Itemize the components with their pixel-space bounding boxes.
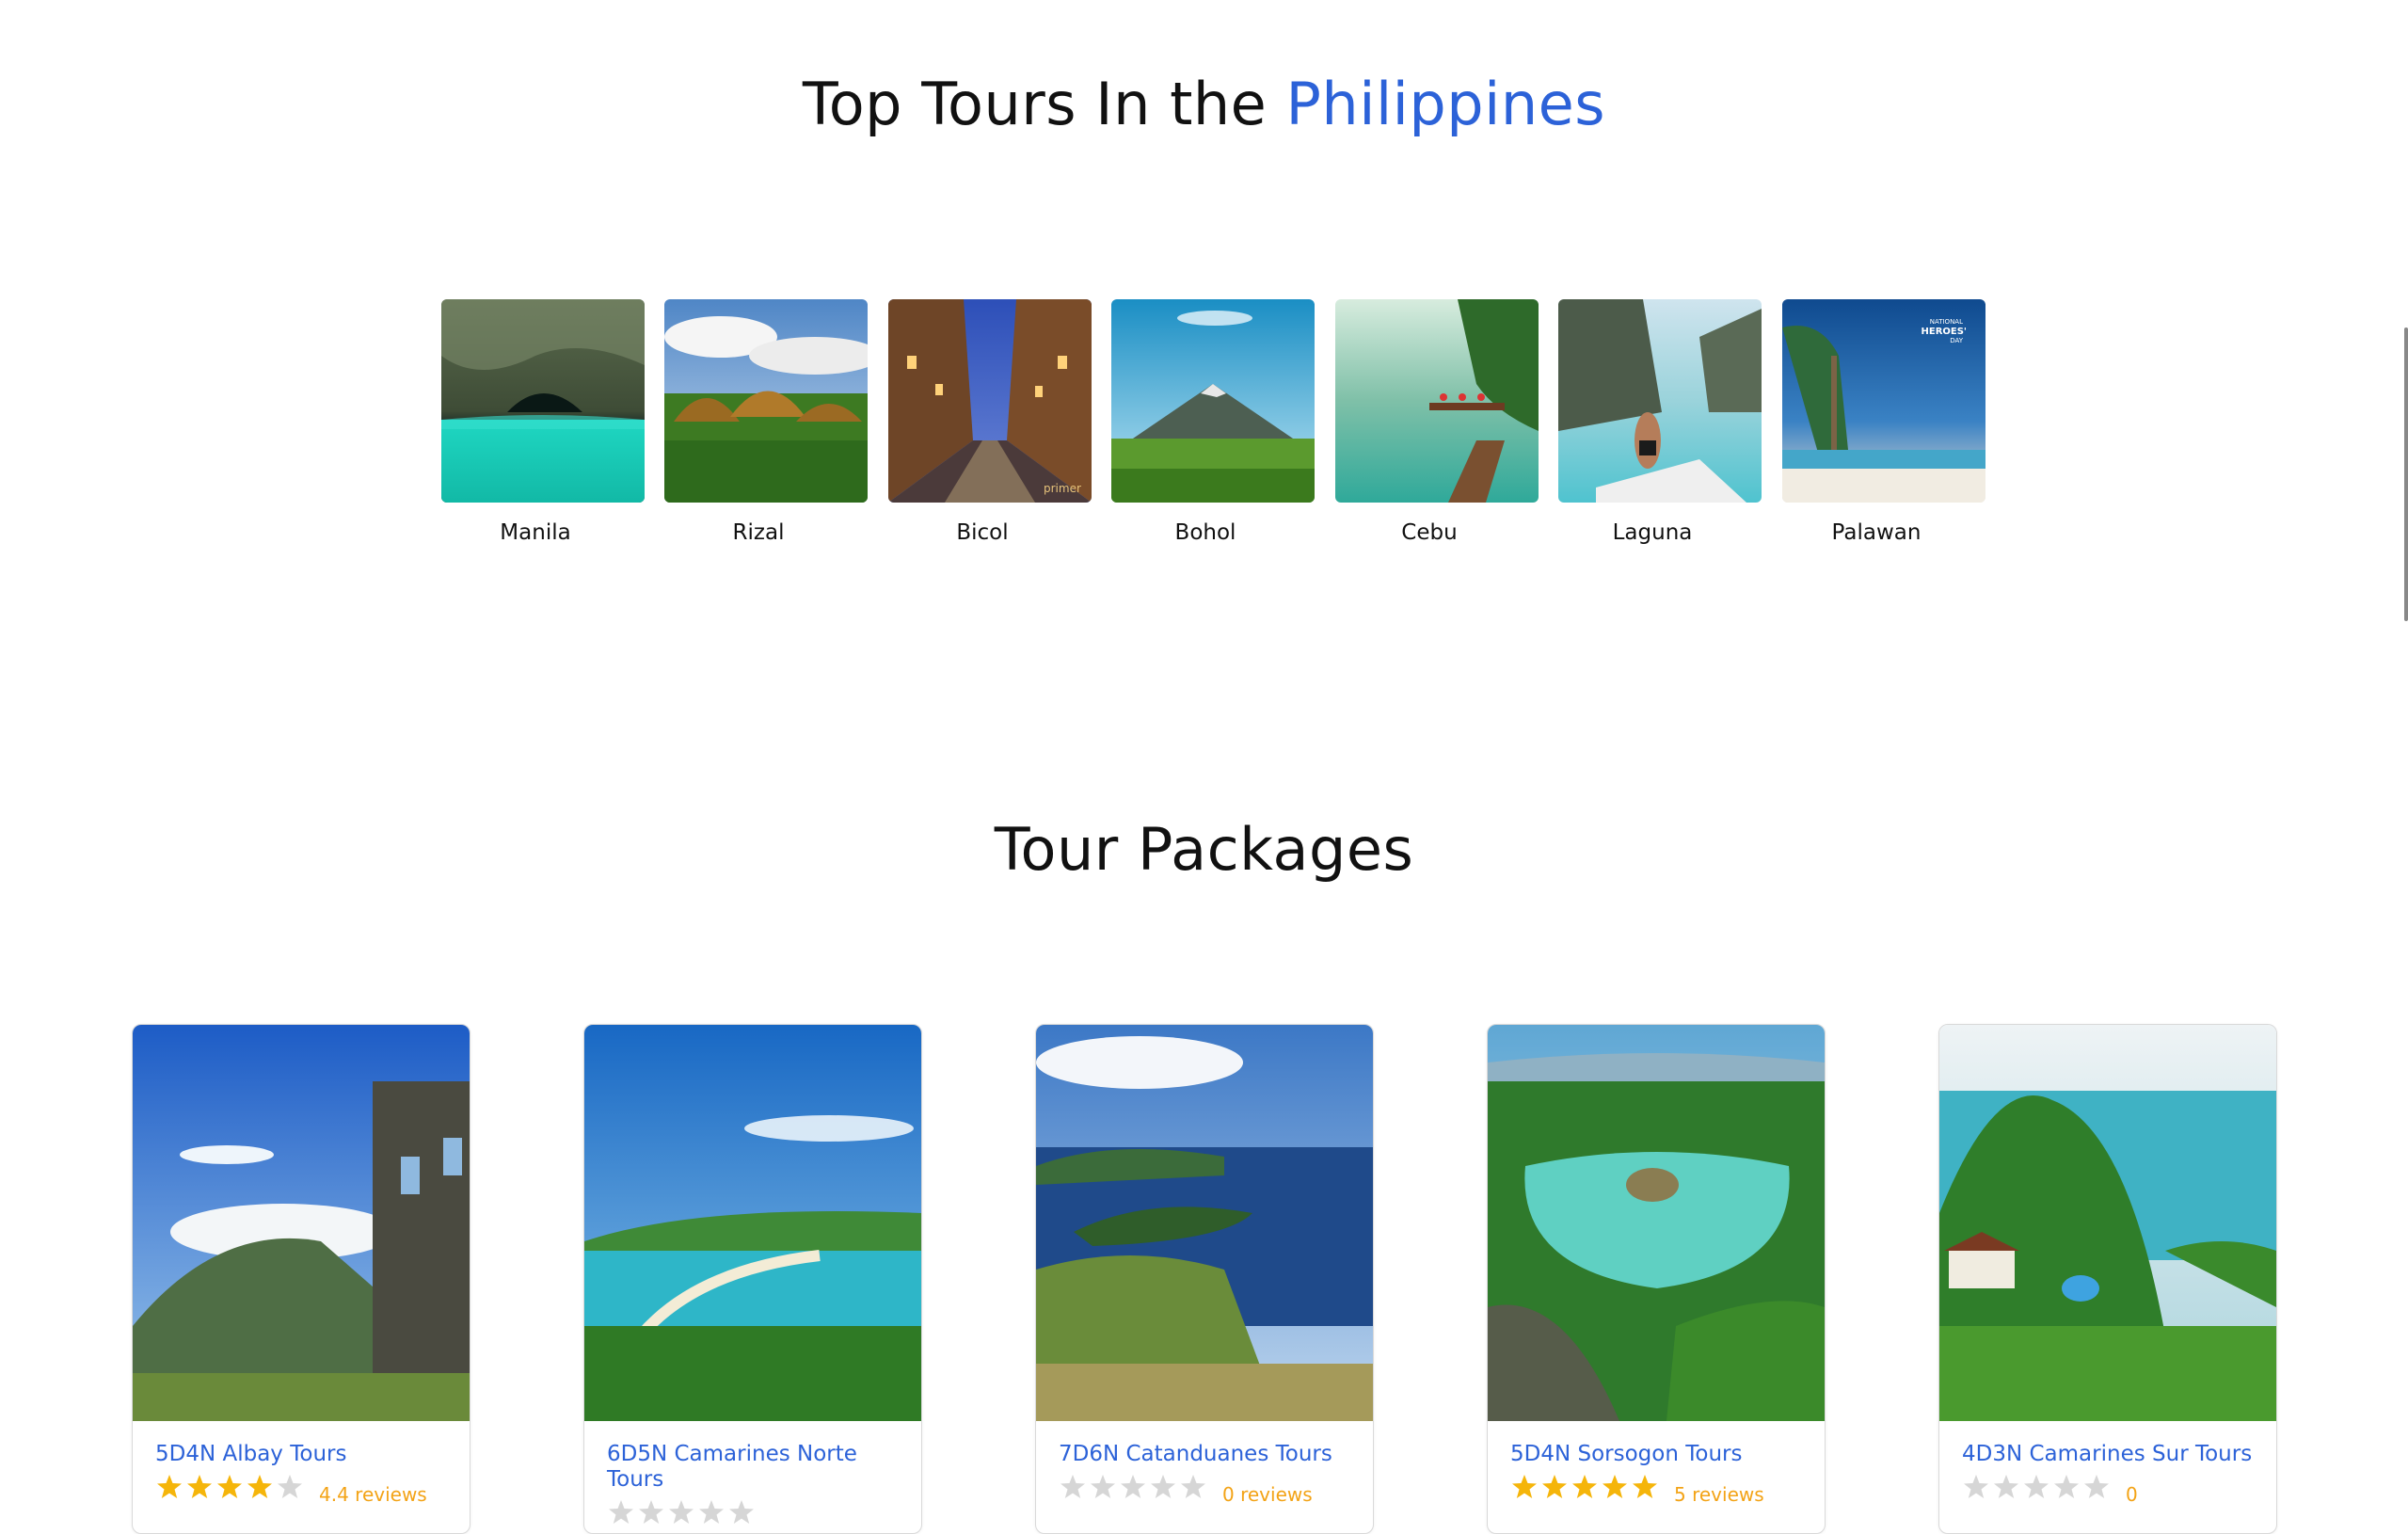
destination-image[interactable]: primer xyxy=(888,299,1092,503)
title-prefix: Top Tours In the xyxy=(802,70,1268,138)
destination-image[interactable] xyxy=(1111,299,1315,503)
destination-label[interactable]: Bohol xyxy=(1111,520,1300,545)
top-tours-title: Top Tours In the Philippines xyxy=(0,62,2408,147)
destination-bohol[interactable]: Bohol xyxy=(1111,299,1316,545)
badge-line-3: DAY xyxy=(1950,337,1964,344)
destination-image[interactable] xyxy=(1558,299,1762,503)
watermark-text: primer xyxy=(1044,482,1081,495)
title-accent: Philippines xyxy=(1285,70,1606,138)
badge-line-1: NATIONAL xyxy=(1930,318,1963,326)
star-empty-icon xyxy=(727,1498,756,1526)
rating-stars: 4.4 reviews xyxy=(155,1473,447,1509)
package-card[interactable]: 6D5N Camarines Norte Tours xyxy=(583,1024,922,1534)
badge-line-2: HEROES' xyxy=(1922,327,1968,337)
star-empty-icon xyxy=(2022,1473,2050,1501)
star-empty-icon xyxy=(276,1473,304,1501)
star-empty-icon xyxy=(697,1498,726,1526)
rating-stars: 0 reviews xyxy=(1059,1473,1350,1509)
star-empty-icon xyxy=(607,1498,635,1526)
star-filled-icon xyxy=(1601,1473,1629,1501)
rating-text: 0 reviews xyxy=(1222,1483,1313,1506)
destination-image[interactable] xyxy=(1335,299,1539,503)
star-filled-icon xyxy=(246,1473,274,1501)
package-image[interactable] xyxy=(1036,1025,1373,1421)
destination-laguna[interactable]: Laguna xyxy=(1558,299,1763,545)
star-filled-icon xyxy=(155,1473,183,1501)
star-filled-icon xyxy=(1540,1473,1569,1501)
star-filled-icon xyxy=(1631,1473,1659,1501)
destination-label[interactable]: Rizal xyxy=(664,520,853,545)
package-card[interactable]: 5D4N Sorsogon Tours 5 reviews xyxy=(1487,1024,1826,1534)
package-card[interactable]: 7D6N Catanduanes Tours 0 reviews xyxy=(1035,1024,1374,1534)
rating-stars: 5 reviews xyxy=(1510,1473,1802,1509)
destination-cebu[interactable]: Cebu xyxy=(1335,299,1540,545)
rating-text: 0 xyxy=(2126,1483,2138,1506)
package-title[interactable]: 5D4N Sorsogon Tours xyxy=(1510,1442,1802,1467)
rating-stars xyxy=(607,1498,899,1533)
star-filled-icon xyxy=(215,1473,244,1501)
star-filled-icon xyxy=(185,1473,214,1501)
destination-label[interactable]: Cebu xyxy=(1335,520,1523,545)
star-empty-icon xyxy=(667,1498,695,1526)
star-filled-icon xyxy=(1571,1473,1599,1501)
rating-text: 4.4 reviews xyxy=(319,1483,427,1506)
destination-image[interactable]: NATIONAL HEROES' DAY xyxy=(1782,299,1985,503)
package-title[interactable]: 4D3N Camarines Sur Tours xyxy=(1962,1442,2254,1467)
rating-stars: 0 xyxy=(1962,1473,2254,1509)
destination-label[interactable]: Palawan xyxy=(1782,520,1970,545)
rating-text: 5 reviews xyxy=(1674,1483,1764,1506)
destination-label[interactable]: Laguna xyxy=(1558,520,1746,545)
package-title[interactable]: 5D4N Albay Tours xyxy=(155,1442,447,1467)
page-scrollbar[interactable] xyxy=(2404,328,2408,621)
package-title[interactable]: 6D5N Camarines Norte Tours xyxy=(607,1442,899,1493)
destination-label[interactable]: Bicol xyxy=(888,520,1076,545)
package-image[interactable] xyxy=(133,1025,470,1421)
destination-image[interactable] xyxy=(441,299,645,503)
package-card[interactable]: 5D4N Albay Tours 4.4 reviews xyxy=(132,1024,470,1534)
destination-rizal[interactable]: Rizal xyxy=(664,299,869,545)
destination-bicol[interactable]: primer Bicol xyxy=(888,299,1093,545)
destination-manila[interactable]: Manila xyxy=(441,299,646,545)
package-image[interactable] xyxy=(1939,1025,2276,1421)
star-empty-icon xyxy=(1149,1473,1177,1501)
star-empty-icon xyxy=(1089,1473,1117,1501)
star-empty-icon xyxy=(2052,1473,2081,1501)
star-filled-icon xyxy=(1510,1473,1539,1501)
package-image[interactable] xyxy=(1488,1025,1825,1421)
package-title[interactable]: 7D6N Catanduanes Tours xyxy=(1059,1442,1350,1467)
package-image[interactable] xyxy=(584,1025,921,1421)
tour-packages-title: Tour Packages xyxy=(994,815,1414,884)
star-empty-icon xyxy=(1992,1473,2020,1501)
star-empty-icon xyxy=(1059,1473,1087,1501)
star-empty-icon xyxy=(1962,1473,1990,1501)
destination-label[interactable]: Manila xyxy=(441,520,630,545)
star-empty-icon xyxy=(1119,1473,1147,1501)
star-empty-icon xyxy=(2082,1473,2111,1501)
package-card[interactable]: 4D3N Camarines Sur Tours 0 xyxy=(1938,1024,2277,1534)
destination-image[interactable] xyxy=(664,299,868,503)
star-empty-icon xyxy=(1179,1473,1207,1501)
star-empty-icon xyxy=(637,1498,665,1526)
destination-palawan[interactable]: NATIONAL HEROES' DAY Palawan xyxy=(1782,299,1987,545)
